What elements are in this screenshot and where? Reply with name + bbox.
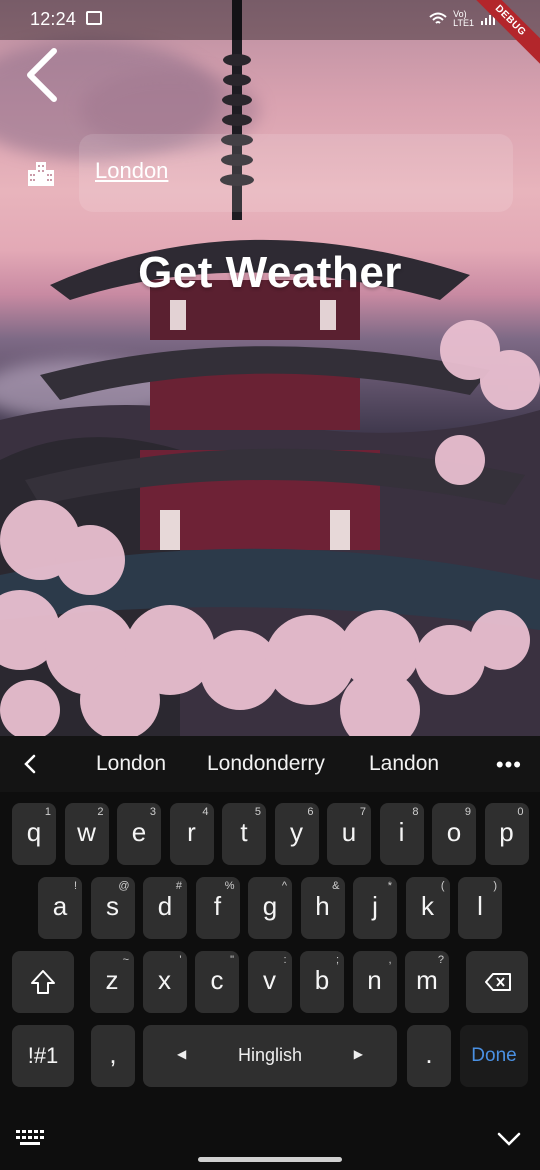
key-label: j — [372, 891, 378, 921]
key-j[interactable]: * j — [353, 877, 397, 939]
key-label: n — [367, 965, 382, 995]
key-d[interactable]: # d — [143, 877, 187, 939]
suggestion-back-icon[interactable] — [20, 752, 40, 776]
pagoda-illustration — [0, 0, 540, 736]
key-f[interactable]: % f — [195, 877, 240, 939]
key-r[interactable]: 4r — [169, 803, 214, 865]
city-input-value[interactable]: London — [95, 158, 168, 184]
key-o[interactable]: 9o — [432, 803, 476, 865]
key-label: h — [315, 891, 330, 921]
key-label: m — [416, 965, 438, 995]
key-k[interactable]: (k — [405, 877, 450, 939]
comma-key-label: , — [109, 1039, 117, 1069]
done-key-label: Done — [471, 1045, 517, 1066]
key-label: x — [158, 965, 171, 995]
key-l[interactable]: ) l — [458, 877, 502, 939]
key-x[interactable]: ' x — [142, 951, 187, 1013]
key-q[interactable]: 1q — [12, 803, 56, 865]
city-icon — [28, 162, 54, 186]
key-label: f — [213, 891, 222, 921]
key-z[interactable]: ~ z — [90, 951, 134, 1013]
suggestion-item[interactable]: Londonderry — [207, 752, 325, 776]
key-label: k — [421, 891, 434, 921]
key-label: u — [341, 817, 357, 847]
background-image — [0, 0, 540, 736]
gallery-notification-icon — [86, 11, 102, 25]
status-time: 12:24 — [30, 9, 77, 29]
key-label: c — [210, 965, 224, 995]
key-label: s — [106, 891, 119, 921]
status-bar: 12:24 Vo) LTE1 DEBUG — [0, 0, 540, 70]
key-c[interactable]: " c — [195, 951, 239, 1013]
key-label: i — [398, 817, 405, 847]
key-label: d — [157, 891, 173, 921]
key-y[interactable]: 6y — [274, 803, 319, 865]
key-label: y — [290, 817, 303, 847]
suggestion-item[interactable]: London — [96, 752, 166, 776]
key-label: q — [26, 817, 42, 847]
page-title: Get Weather — [138, 248, 402, 297]
key-label: e — [131, 817, 147, 847]
key-label: l — [477, 891, 483, 921]
symbols-key-label: !#1 — [27, 1043, 59, 1068]
key-label: b — [314, 965, 330, 995]
key-g[interactable]: ^ g — [248, 877, 292, 939]
key-label: w — [77, 817, 96, 847]
space-key[interactable]: ◀ Hinglish ▶ — [143, 1025, 397, 1087]
period-key-label: . — [425, 1039, 433, 1069]
shift-icon — [31, 970, 55, 994]
key-w[interactable]: 2w — [64, 803, 109, 865]
suggestion-item[interactable]: Landon — [369, 752, 439, 776]
key-a[interactable]: ! a — [38, 877, 82, 939]
keyboard-switch-icon[interactable] — [16, 1130, 44, 1148]
right-arrow-icon: ▶ — [353, 1047, 363, 1061]
network-type: Vo) LTE1 — [453, 9, 474, 28]
key-label: z — [105, 965, 119, 995]
key-label: v — [263, 965, 276, 995]
period-key[interactable]: . — [407, 1025, 451, 1087]
key-label: t — [240, 817, 248, 847]
symbols-key[interactable]: !#1 — [12, 1025, 74, 1087]
hide-keyboard-icon[interactable] — [496, 1128, 522, 1150]
key-label: a — [52, 891, 68, 921]
comma-key[interactable]: , — [91, 1025, 135, 1087]
suggestion-bar: London Londonderry Landon ••• — [0, 736, 540, 792]
back-arrow-icon[interactable] — [22, 45, 66, 105]
key-n[interactable]: ,n — [352, 951, 397, 1013]
more-options-icon[interactable]: ••• — [496, 752, 522, 778]
key-b[interactable]: ; b — [300, 951, 344, 1013]
key-v[interactable]: :v — [247, 951, 292, 1013]
home-indicator[interactable] — [198, 1157, 342, 1162]
key-s[interactable]: @ s — [90, 877, 135, 939]
backspace-key[interactable] — [466, 951, 528, 1013]
key-i[interactable]: 8i — [379, 803, 424, 865]
key-m[interactable]: ? m — [405, 951, 449, 1013]
key-t[interactable]: 5t — [222, 803, 266, 865]
key-label: g — [262, 891, 278, 921]
key-label: r — [187, 817, 196, 847]
wifi-icon — [429, 12, 447, 24]
key-u[interactable]: 7u — [327, 803, 371, 865]
shift-key[interactable] — [12, 951, 74, 1013]
key-label: o — [446, 817, 462, 847]
key-h[interactable]: & h — [300, 877, 345, 939]
done-key[interactable]: Done — [460, 1025, 528, 1087]
key-e[interactable]: 3e — [117, 803, 161, 865]
key-p[interactable]: 0p — [484, 803, 529, 865]
backspace-icon — [485, 973, 511, 991]
key-label: p — [499, 817, 514, 847]
